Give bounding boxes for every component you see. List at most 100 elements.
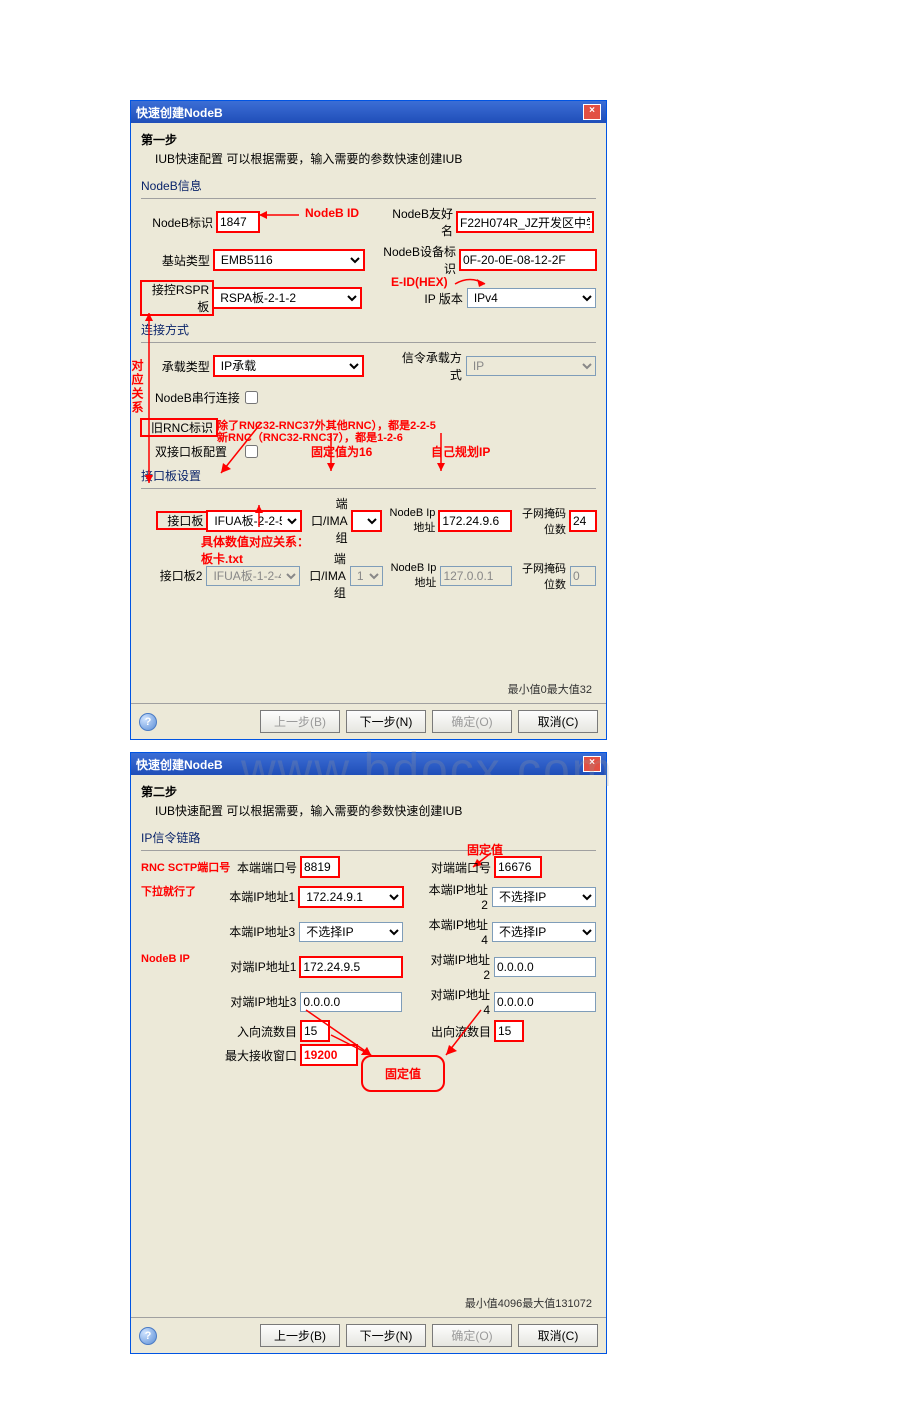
input-mask2 bbox=[570, 566, 596, 586]
label-dev-id: NodeB设备标识 bbox=[378, 243, 461, 277]
label-local-ip2: 本端IP地址2 bbox=[423, 881, 492, 912]
select-sig-bearer: IP bbox=[466, 356, 596, 376]
label-peer-ip3: 对端IP地址3 bbox=[207, 993, 300, 1010]
cancel-button[interactable]: 取消(C) bbox=[518, 710, 598, 733]
label-max-rx: 最大接收窗口 bbox=[207, 1047, 301, 1064]
label-nodeb-name: NodeB友好名 bbox=[381, 205, 457, 239]
annotation-eid: E-ID(HEX) bbox=[391, 275, 448, 289]
select-local-ip1[interactable]: 172.24.9.1 bbox=[299, 887, 403, 907]
annotation-rnc-sctp: RNC SCTP端口号 bbox=[141, 859, 230, 875]
checkbox-dual-if[interactable] bbox=[245, 445, 258, 458]
select-local-ip4[interactable]: 不选择IP bbox=[492, 922, 596, 942]
label-mask2: 子网掩码位数 bbox=[512, 560, 570, 592]
group-nodeb-info: NodeB信息 bbox=[141, 177, 596, 194]
select-rspr[interactable]: RSPA板-2-1-2 bbox=[213, 288, 361, 308]
input-mask[interactable] bbox=[570, 511, 596, 531]
input-nodeb-id[interactable] bbox=[217, 212, 259, 232]
select-if-board[interactable]: IFUA板-2-2-5 bbox=[207, 511, 301, 531]
label-if-board2: 接口板2 bbox=[157, 567, 206, 584]
label-serial: NodeB串行连接 bbox=[155, 389, 245, 406]
input-peer-ip1[interactable] bbox=[300, 957, 402, 977]
label-local-ip1: 本端IP地址1 bbox=[207, 888, 299, 905]
cancel-button[interactable]: 取消(C) bbox=[518, 1324, 598, 1347]
label-bearer: 承载类型 bbox=[141, 358, 214, 375]
dialog-step1: 快速创建NodeB × 第一步 IUB快速配置 可以根据需要，输入需要的参数快速… bbox=[130, 100, 607, 740]
help-icon[interactable]: ? bbox=[139, 1327, 157, 1345]
input-peer-ip2[interactable] bbox=[494, 957, 596, 977]
title-text: 快速创建NodeB bbox=[136, 756, 223, 773]
input-nodeb-ip[interactable] bbox=[439, 511, 511, 531]
checkbox-serial[interactable] bbox=[245, 391, 258, 404]
annotation-map: 具体数值对应关系： 板卡.txt bbox=[201, 533, 309, 567]
label-old-rnc: 旧RNC标识 bbox=[141, 419, 217, 436]
input-peer-port[interactable] bbox=[495, 857, 541, 877]
group-ip: IP信令链路 bbox=[141, 829, 596, 846]
input-nodeb-ip2 bbox=[440, 566, 512, 586]
label-if-board: 接口板 bbox=[157, 512, 207, 529]
step-title: 第一步 bbox=[141, 131, 596, 148]
select-port[interactable] bbox=[352, 511, 381, 531]
annotation-fixed-center: 固定值 bbox=[385, 1067, 421, 1081]
input-peer-ip4[interactable] bbox=[494, 992, 596, 1012]
hint-range: 最小值0最大值32 bbox=[141, 681, 592, 697]
titlebar[interactable]: 快速创建NodeB × bbox=[131, 753, 606, 775]
ok-button: 确定(O) bbox=[432, 1324, 512, 1347]
label-nodeb-ip2: NodeB Ip地址 bbox=[383, 562, 441, 590]
label-ip-ver: IP 版本 bbox=[417, 290, 466, 307]
help-icon[interactable]: ? bbox=[139, 713, 157, 731]
dialog-step2: www.bdocx.com 快速创建NodeB × 第二步 IUB快速配置 可以… bbox=[130, 752, 607, 1354]
step-desc: IUB快速配置 可以根据需要，输入需要的参数快速创建IUB bbox=[155, 150, 596, 167]
input-local-port[interactable] bbox=[301, 857, 339, 877]
label-out-streams: 出向流数目 bbox=[425, 1023, 495, 1040]
annotation-fixed16: 固定值为16 bbox=[311, 443, 372, 460]
next-button[interactable]: 下一步(N) bbox=[346, 1324, 426, 1347]
annotation-fixed-box: 固定值 bbox=[361, 1055, 445, 1092]
label-local-ip4: 本端IP地址4 bbox=[423, 916, 492, 947]
label-peer-port: 对端端口号 bbox=[425, 859, 495, 876]
select-if-board2: IFUA板-1-2-4 bbox=[206, 566, 300, 586]
input-in-streams[interactable] bbox=[301, 1021, 329, 1041]
select-bearer[interactable]: IP承载 bbox=[214, 356, 363, 376]
label-peer-ip1: 对端IP地址1 bbox=[207, 958, 300, 975]
label-peer-ip2: 对端IP地址2 bbox=[424, 951, 494, 982]
annotation-nodeb-id: NodeB ID bbox=[305, 206, 359, 220]
annotation-dropdown: 下拉就行了 bbox=[141, 883, 196, 899]
input-peer-ip3[interactable] bbox=[300, 992, 402, 1012]
step-title: 第二步 bbox=[141, 783, 596, 800]
next-button[interactable]: 下一步(N) bbox=[346, 710, 426, 733]
label-dual-if: 双接口板配置 bbox=[155, 443, 245, 460]
input-nodeb-name[interactable] bbox=[457, 212, 593, 232]
dialog-body: 第一步 IUB快速配置 可以根据需要，输入需要的参数快速创建IUB NodeB信… bbox=[131, 123, 606, 703]
close-icon[interactable]: × bbox=[583, 756, 601, 772]
select-ip-ver[interactable]: IPv4 bbox=[467, 288, 596, 308]
label-nodeb-ip: NodeB Ip地址 bbox=[381, 507, 440, 535]
hint-range: 最小值4096最大值131072 bbox=[141, 1295, 592, 1311]
label-peer-ip4: 对端IP地址4 bbox=[424, 986, 494, 1017]
prev-button: 上一步(B) bbox=[260, 710, 340, 733]
close-icon[interactable]: × bbox=[583, 104, 601, 120]
footer: ? 上一步(B) 下一步(N) 确定(O) 取消(C) bbox=[131, 1317, 606, 1353]
label-local-ip3: 本端IP地址3 bbox=[207, 923, 299, 940]
label-nodeb-id: NodeB标识 bbox=[141, 214, 217, 231]
label-sig-bearer: 信令承载方式 bbox=[393, 349, 466, 383]
label-rspr: 接控RSPR板 bbox=[141, 281, 213, 315]
group-if: 接口板设置 bbox=[141, 467, 596, 484]
input-out-streams[interactable] bbox=[495, 1021, 523, 1041]
ok-button: 确定(O) bbox=[432, 710, 512, 733]
input-dev-id[interactable] bbox=[460, 250, 596, 270]
annotation-nodeb-ip: NodeB IP bbox=[141, 953, 190, 965]
footer: ? 上一步(B) 下一步(N) 确定(O) 取消(C) bbox=[131, 703, 606, 739]
select-local-ip3[interactable]: 不选择IP bbox=[299, 922, 403, 942]
select-bs-type[interactable]: EMB5116 bbox=[214, 250, 364, 270]
select-port2: 1 bbox=[350, 566, 383, 586]
label-mask: 子网掩码位数 bbox=[511, 505, 570, 537]
prev-button[interactable]: 上一步(B) bbox=[260, 1324, 340, 1347]
titlebar[interactable]: 快速创建NodeB × bbox=[131, 101, 606, 123]
label-in-streams: 入向流数目 bbox=[207, 1023, 301, 1040]
title-text: 快速创建NodeB bbox=[136, 104, 223, 121]
input-max-rx[interactable] bbox=[301, 1045, 357, 1065]
select-local-ip2[interactable]: 不选择IP bbox=[492, 887, 596, 907]
group-conn: 连接方式 bbox=[141, 321, 596, 338]
dialog-body: 第二步 IUB快速配置 可以根据需要，输入需要的参数快速创建IUB IP信令链路… bbox=[131, 775, 606, 1317]
label-bs-type: 基站类型 bbox=[141, 252, 214, 269]
